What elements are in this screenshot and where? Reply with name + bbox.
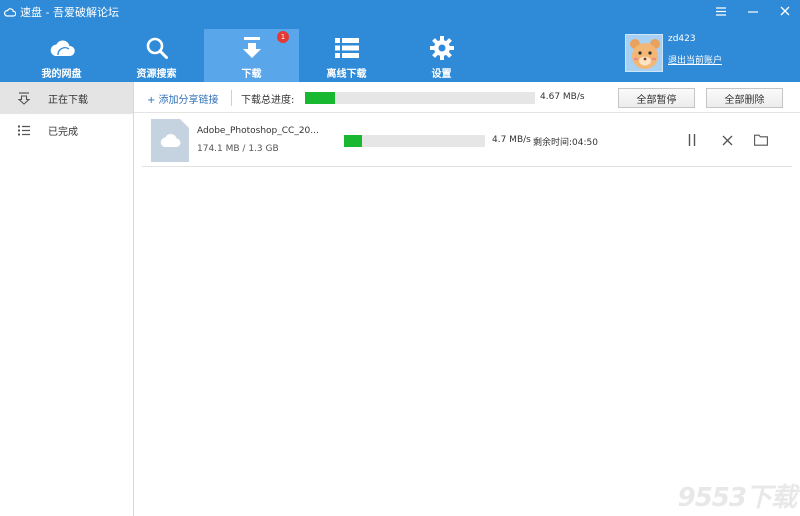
user-info: zd423 退出当前账户 bbox=[668, 34, 722, 72]
task-file-size: 174.1 MB / 1.3 GB bbox=[197, 144, 279, 154]
minimize-icon[interactable] bbox=[744, 2, 762, 20]
window-controls bbox=[712, 2, 794, 20]
nav-label: 我的网盘 bbox=[41, 69, 82, 80]
app-cloud-icon bbox=[4, 8, 16, 17]
total-progress-fill bbox=[305, 92, 335, 104]
total-progress-label: 下载总进度: bbox=[241, 95, 295, 106]
task-file-name: Adobe_Photoshop_CC_20... bbox=[197, 126, 319, 136]
task-progress-bar bbox=[344, 135, 485, 147]
nav-label: 离线下载 bbox=[326, 69, 367, 80]
username: zd423 bbox=[668, 34, 696, 44]
task-progress-fill bbox=[344, 135, 363, 147]
download-task-row[interactable]: Adobe_Photoshop_CC_20... 174.1 MB / 1.3 … bbox=[142, 113, 792, 167]
window-title: 速盘 - 吾爱破解论坛 bbox=[4, 4, 119, 20]
main-panel: + 添加分享链接 下载总进度: 4.67 MB/s 全部暂停 全部删除 Adob… bbox=[134, 82, 800, 516]
add-share-link-button[interactable]: + 添加分享链接 bbox=[147, 91, 219, 106]
cancel-icon[interactable] bbox=[718, 131, 736, 149]
pause-all-button[interactable]: 全部暂停 bbox=[618, 88, 695, 108]
sidebar-item-downloading[interactable]: 正在下载 bbox=[0, 82, 133, 114]
download-icon bbox=[241, 35, 263, 61]
logout-link[interactable]: 退出当前账户 bbox=[668, 53, 722, 66]
main-nav: 我的网盘 资源搜索 下载 1 离线下载 设置 bbox=[14, 29, 489, 82]
task-remaining-time: 剩余时间:04:50 bbox=[533, 138, 598, 148]
watermark: 9553下载 bbox=[677, 483, 797, 513]
cloud-icon bbox=[48, 35, 76, 61]
top-bar: 速盘 - 吾爱破解论坛 我的网盘 资源搜索 下载 1 离线下载 设置 zd423… bbox=[0, 0, 800, 82]
sidebar: 正在下载 已完成 bbox=[0, 82, 134, 516]
window-title-text: 速盘 - 吾爱破解论坛 bbox=[20, 6, 119, 19]
nav-download[interactable]: 下载 1 bbox=[204, 29, 299, 82]
nav-label: 设置 bbox=[431, 69, 452, 80]
list-icon bbox=[334, 35, 359, 61]
close-icon[interactable] bbox=[776, 2, 794, 20]
sidebar-item-label: 已完成 bbox=[48, 126, 78, 138]
downloading-icon bbox=[17, 91, 31, 105]
download-count-badge: 1 bbox=[277, 31, 289, 43]
sidebar-item-completed[interactable]: 已完成 bbox=[0, 114, 133, 146]
nav-resource-search[interactable]: 资源搜索 bbox=[109, 29, 204, 82]
task-speed: 4.7 MB/s bbox=[492, 135, 531, 145]
gear-icon bbox=[429, 35, 454, 61]
file-cloud-icon bbox=[151, 119, 189, 162]
total-progress-bar bbox=[305, 92, 535, 104]
total-speed: 4.67 MB/s bbox=[540, 92, 585, 102]
download-toolbar: + 添加分享链接 下载总进度: 4.67 MB/s 全部暂停 全部删除 bbox=[134, 82, 800, 113]
nav-settings[interactable]: 设置 bbox=[394, 29, 489, 82]
user-panel: zd423 退出当前账户 bbox=[625, 34, 722, 72]
nav-my-drive[interactable]: 我的网盘 bbox=[14, 29, 109, 82]
nav-label: 下载 bbox=[241, 69, 262, 80]
pause-icon[interactable] bbox=[683, 131, 701, 149]
search-icon bbox=[145, 35, 169, 61]
toolbar-divider bbox=[231, 90, 232, 106]
folder-icon[interactable] bbox=[752, 131, 770, 149]
nav-offline-download[interactable]: 离线下载 bbox=[299, 29, 394, 82]
delete-all-button[interactable]: 全部删除 bbox=[706, 88, 783, 108]
nav-label: 资源搜索 bbox=[136, 69, 177, 80]
list-icon bbox=[17, 123, 31, 137]
menu-icon[interactable] bbox=[712, 2, 730, 20]
sidebar-item-label: 正在下载 bbox=[48, 94, 88, 106]
avatar[interactable] bbox=[625, 34, 663, 72]
